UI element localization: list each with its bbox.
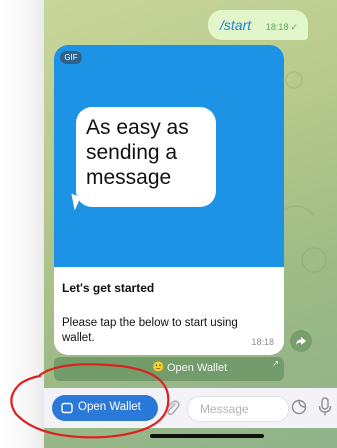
message-input[interactable] — [198, 401, 272, 417]
open-wallet-menu-label: Open Wallet — [78, 401, 141, 413]
external-arrow-icon: ↗ — [272, 359, 279, 368]
card-title: Let's get started — [62, 281, 155, 295]
outgoing-message-text: /start — [220, 17, 252, 33]
outgoing-message-time: 18:18 ✓ — [266, 22, 298, 33]
inline-button-emoji: 🙂 — [152, 362, 165, 373]
gif-caption-text: As easy as sending a message — [86, 116, 189, 189]
gif-badge: GIF — [60, 51, 82, 64]
share-icon — [296, 337, 306, 345]
bot-message-card[interactable]: GIF As easy as sending a message Let's g… — [54, 45, 284, 355]
left-margin — [0, 0, 44, 448]
outgoing-message-bubble[interactable]: /start 18:18 ✓ — [208, 10, 308, 40]
speech-bubble-graphic: As easy as sending a message — [76, 107, 216, 207]
card-time: 18:18 — [251, 337, 274, 347]
share-button[interactable] — [290, 330, 312, 352]
sticker-icon[interactable] — [291, 399, 307, 415]
open-wallet-menu-button[interactable]: Open Wallet — [52, 395, 158, 421]
message-field[interactable] — [187, 396, 289, 422]
outgoing-time-label: 18:18 — [265, 22, 289, 32]
inline-open-wallet-button[interactable]: 🙂 Open Wallet ↗ — [54, 357, 284, 381]
paperclip-icon[interactable] — [164, 399, 180, 417]
gif-preview[interactable]: GIF As easy as sending a message — [54, 45, 284, 267]
inline-button-label: Open Wallet — [167, 362, 228, 374]
microphone-icon[interactable] — [318, 397, 332, 417]
check-icon: ✓ — [290, 22, 298, 32]
card-body-text: Please tap the below to start using wall… — [62, 317, 238, 344]
home-indicator — [150, 434, 264, 438]
wallet-icon — [61, 402, 73, 414]
